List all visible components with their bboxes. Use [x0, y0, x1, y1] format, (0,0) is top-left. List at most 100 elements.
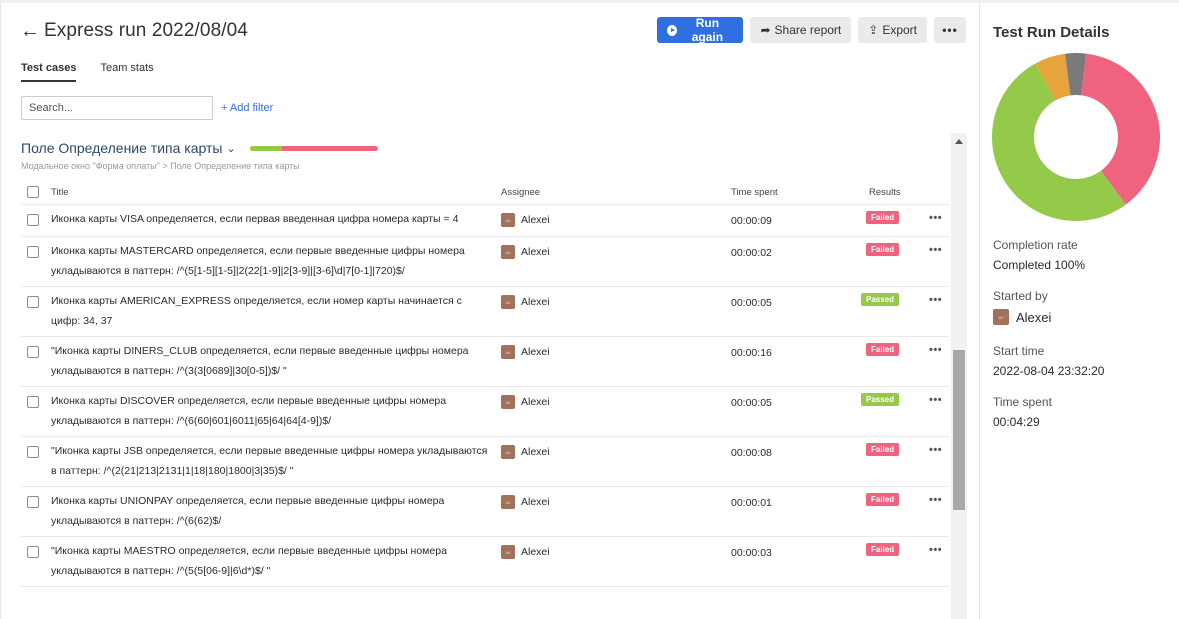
time-spent: 00:00:01: [731, 497, 772, 509]
section-title: Поле Определение типа карты: [21, 140, 223, 156]
table-row[interactable]: "Иконка карты MAESTRO определяется, если…: [21, 537, 949, 587]
table-row[interactable]: Иконка карты UNIONPAY определяется, если…: [21, 487, 949, 537]
assignee-name: Alexei: [521, 496, 550, 508]
status-badge: Failed: [866, 211, 900, 224]
test-case-title[interactable]: Иконка карты MASTERCARD определяется, ес…: [51, 241, 491, 281]
started-by-name: Alexei: [1016, 309, 1052, 325]
test-case-title[interactable]: Иконка карты DISCOVER определяется, если…: [51, 391, 491, 431]
assignee: AV Alexei: [501, 495, 550, 509]
test-case-title[interactable]: Иконка карты VISA определяется, если пер…: [51, 209, 491, 229]
row-checkbox[interactable]: [27, 296, 39, 308]
tab-team-stats[interactable]: Team stats: [100, 62, 153, 82]
time-spent: 00:00:16: [731, 347, 772, 359]
test-case-title[interactable]: "Иконка карты DINERS_CLUB определяется, …: [51, 341, 491, 381]
assignee: AV Alexei: [501, 345, 550, 359]
main-panel: ← Express run 2022/08/04 Run again ➦ Sha…: [0, 3, 978, 619]
test-case-title[interactable]: Иконка карты AMERICAN_EXPRESS определяет…: [51, 291, 491, 331]
row-checkbox[interactable]: [27, 346, 39, 358]
section-header[interactable]: Поле Определение типа карты ⌄: [21, 140, 378, 156]
page-title: Express run 2022/08/04: [44, 20, 248, 41]
time-spent: 00:00:05: [731, 397, 772, 409]
assignee: AV Alexei: [501, 213, 550, 227]
assignee-name: Alexei: [521, 446, 550, 458]
row-checkbox[interactable]: [27, 396, 39, 408]
row-checkbox[interactable]: [27, 214, 39, 226]
select-all-checkbox[interactable]: [27, 186, 39, 198]
table-row[interactable]: Иконка карты AMERICAN_EXPRESS определяет…: [21, 287, 949, 337]
run-again-button[interactable]: Run again: [657, 16, 744, 44]
table-row[interactable]: Иконка карты DISCOVER определяется, если…: [21, 387, 949, 437]
row-more-icon[interactable]: •••: [929, 544, 942, 556]
row-more-icon[interactable]: •••: [929, 344, 942, 356]
breadcrumb: Модальное окно "Форма оплаты" > Поле Опр…: [21, 161, 300, 171]
time-spent: 00:00:03: [731, 547, 772, 559]
avatar: AV: [501, 345, 515, 359]
avatar: AV: [501, 445, 515, 459]
results-donut-chart: [992, 53, 1160, 221]
test-cases-table: Title Assignee Time spent Results Иконка…: [21, 181, 949, 587]
assignee: AV Alexei: [501, 245, 550, 259]
test-case-title[interactable]: Иконка карты UNIONPAY определяется, если…: [51, 491, 491, 531]
test-case-title[interactable]: "Иконка карты MAESTRO определяется, если…: [51, 541, 491, 581]
export-button[interactable]: ⇪ Export: [858, 17, 927, 43]
assignee-name: Alexei: [521, 246, 550, 258]
time-spent: 00:00:09: [731, 215, 772, 227]
status-badge: Failed: [866, 543, 900, 556]
row-checkbox[interactable]: [27, 246, 39, 258]
time-spent: 00:00:08: [731, 447, 772, 459]
assignee-name: Alexei: [521, 346, 550, 358]
tab-test-cases[interactable]: Test cases: [21, 62, 77, 82]
status-badge: Failed: [866, 343, 900, 356]
completion-rate-value: Completed 100%: [993, 258, 1086, 272]
completion-rate-label: Completion rate: [993, 238, 1078, 252]
row-checkbox[interactable]: [27, 546, 39, 558]
assignee-name: Alexei: [521, 396, 550, 408]
avatar: AV: [993, 309, 1009, 325]
test-case-title[interactable]: "Иконка карты JSB определяется, если пер…: [51, 441, 491, 481]
column-title[interactable]: Title: [51, 187, 69, 198]
header-actions: Run again ➦ Share report ⇪ Export •••: [657, 16, 966, 44]
row-more-icon[interactable]: •••: [929, 294, 942, 306]
assignee-name: Alexei: [521, 296, 550, 308]
time-spent-label: Time spent: [993, 395, 1052, 409]
table-header: Title Assignee Time spent Results: [21, 181, 949, 205]
add-filter-link[interactable]: + Add filter: [221, 102, 273, 114]
row-more-icon[interactable]: •••: [929, 212, 942, 224]
scroll-up-icon[interactable]: [955, 139, 963, 144]
row-more-icon[interactable]: •••: [929, 494, 942, 506]
assignee: AV Alexei: [501, 445, 550, 459]
table-row[interactable]: Иконка карты VISA определяется, если пер…: [21, 205, 949, 237]
export-label: Export: [882, 23, 917, 37]
details-title: Test Run Details: [993, 24, 1110, 41]
row-checkbox[interactable]: [27, 446, 39, 458]
row-more-icon[interactable]: •••: [929, 444, 942, 456]
play-icon: [667, 24, 678, 36]
start-time-value: 2022-08-04 23:32:20: [993, 364, 1105, 378]
arrow-left-icon[interactable]: ←: [20, 20, 42, 42]
row-checkbox[interactable]: [27, 496, 39, 508]
share-report-button[interactable]: ➦ Share report: [750, 17, 852, 43]
table-row[interactable]: "Иконка карты DINERS_CLUB определяется, …: [21, 337, 949, 387]
started-by-label: Started by: [993, 289, 1048, 303]
assignee: AV Alexei: [501, 295, 550, 309]
assignee: AV Alexei: [501, 395, 550, 409]
column-results[interactable]: Results: [869, 187, 901, 198]
column-assignee[interactable]: Assignee: [501, 187, 540, 198]
table-row[interactable]: "Иконка карты JSB определяется, если пер…: [21, 437, 949, 487]
started-by-user: AV Alexei: [993, 309, 1051, 325]
chevron-down-icon[interactable]: ⌄: [226, 142, 235, 155]
row-more-icon[interactable]: •••: [929, 244, 942, 256]
time-spent: 00:00:02: [731, 247, 772, 259]
avatar: AV: [501, 295, 515, 309]
start-time-label: Start time: [993, 344, 1045, 358]
search-input[interactable]: [21, 96, 213, 120]
table-body: Иконка карты VISA определяется, если пер…: [21, 205, 949, 587]
table-row[interactable]: Иконка карты MASTERCARD определяется, ес…: [21, 237, 949, 287]
scrollbar-thumb[interactable]: [953, 350, 965, 510]
column-time-spent[interactable]: Time spent: [731, 187, 778, 198]
row-more-icon[interactable]: •••: [929, 394, 942, 406]
avatar: AV: [501, 495, 515, 509]
assignee: AV Alexei: [501, 545, 550, 559]
scrollbar[interactable]: [951, 133, 967, 619]
more-actions-button[interactable]: •••: [934, 17, 966, 43]
